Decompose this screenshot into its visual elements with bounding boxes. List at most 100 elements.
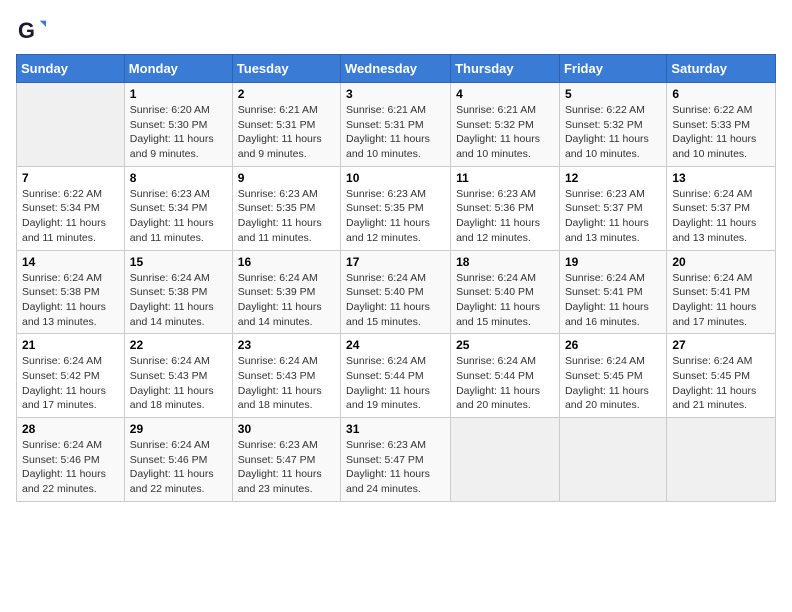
day-info: Sunrise: 6:21 AM Sunset: 5:31 PM Dayligh…: [346, 103, 445, 162]
day-number: 2: [238, 87, 335, 101]
weekday-header-sunday: Sunday: [17, 55, 125, 83]
day-number: 5: [565, 87, 661, 101]
calendar-cell: 16 Sunrise: 6:24 AM Sunset: 5:39 PM Dayli…: [232, 250, 340, 334]
day-info: Sunrise: 6:22 AM Sunset: 5:32 PM Dayligh…: [565, 103, 661, 162]
day-number: 6: [672, 87, 770, 101]
day-number: 3: [346, 87, 445, 101]
day-number: 7: [22, 171, 119, 185]
day-info: Sunrise: 6:23 AM Sunset: 5:36 PM Dayligh…: [456, 187, 554, 246]
calendar-cell: 14 Sunrise: 6:24 AM Sunset: 5:38 PM Dayli…: [17, 250, 125, 334]
day-number: 22: [130, 338, 227, 352]
calendar-cell: 23 Sunrise: 6:24 AM Sunset: 5:43 PM Dayli…: [232, 334, 340, 418]
day-info: Sunrise: 6:24 AM Sunset: 5:44 PM Dayligh…: [346, 354, 445, 413]
day-info: Sunrise: 6:24 AM Sunset: 5:43 PM Dayligh…: [238, 354, 335, 413]
svg-text:G: G: [18, 18, 35, 43]
calendar-cell: 1Sunrise: 6:20 AM Sunset: 5:30 PM Daylig…: [124, 83, 232, 167]
calendar-cell: 15Sunrise: 6:24 AM Sunset: 5:38 PM Dayli…: [124, 250, 232, 334]
day-number: 19: [565, 255, 661, 269]
day-info: Sunrise: 6:20 AM Sunset: 5:30 PM Dayligh…: [130, 103, 227, 162]
day-info: Sunrise: 6:22 AM Sunset: 5:34 PM Dayligh…: [22, 187, 119, 246]
calendar-cell: 24 Sunrise: 6:24 AM Sunset: 5:44 PM Dayli…: [341, 334, 451, 418]
weekday-header-friday: Friday: [559, 55, 666, 83]
logo: G: [16, 16, 46, 44]
day-number: 25: [456, 338, 554, 352]
calendar-cell: 6 Sunrise: 6:22 AM Sunset: 5:33 PM Daylig…: [667, 83, 776, 167]
calendar-cell: 7 Sunrise: 6:22 AM Sunset: 5:34 PM Daylig…: [17, 166, 125, 250]
calendar-cell: 25 Sunrise: 6:24 AM Sunset: 5:44 PM Dayli…: [451, 334, 560, 418]
day-number: 9: [238, 171, 335, 185]
day-info: Sunrise: 6:23 AM Sunset: 5:47 PM Dayligh…: [238, 438, 335, 497]
day-number: 16: [238, 255, 335, 269]
day-info: Sunrise: 6:24 AM Sunset: 5:38 PM Dayligh…: [22, 271, 119, 330]
calendar-cell: [17, 83, 125, 167]
calendar-cell: [451, 418, 560, 502]
day-number: 21: [22, 338, 119, 352]
day-info: Sunrise: 6:22 AM Sunset: 5:33 PM Dayligh…: [672, 103, 770, 162]
week-row-3: 14 Sunrise: 6:24 AM Sunset: 5:38 PM Dayli…: [17, 250, 776, 334]
day-number: 23: [238, 338, 335, 352]
day-number: 10: [346, 171, 445, 185]
day-number: 13: [672, 171, 770, 185]
week-row-5: 28 Sunrise: 6:24 AM Sunset: 5:46 PM Dayli…: [17, 418, 776, 502]
day-info: Sunrise: 6:24 AM Sunset: 5:39 PM Dayligh…: [238, 271, 335, 330]
calendar-cell: 5 Sunrise: 6:22 AM Sunset: 5:32 PM Daylig…: [559, 83, 666, 167]
week-row-2: 7 Sunrise: 6:22 AM Sunset: 5:34 PM Daylig…: [17, 166, 776, 250]
day-info: Sunrise: 6:23 AM Sunset: 5:34 PM Dayligh…: [130, 187, 227, 246]
day-number: 31: [346, 422, 445, 436]
day-info: Sunrise: 6:24 AM Sunset: 5:40 PM Dayligh…: [346, 271, 445, 330]
day-info: Sunrise: 6:24 AM Sunset: 5:45 PM Dayligh…: [672, 354, 770, 413]
day-info: Sunrise: 6:24 AM Sunset: 5:38 PM Dayligh…: [130, 271, 227, 330]
calendar-cell: 3 Sunrise: 6:21 AM Sunset: 5:31 PM Daylig…: [341, 83, 451, 167]
day-info: Sunrise: 6:23 AM Sunset: 5:35 PM Dayligh…: [346, 187, 445, 246]
day-number: 27: [672, 338, 770, 352]
calendar-cell: 10 Sunrise: 6:23 AM Sunset: 5:35 PM Dayli…: [341, 166, 451, 250]
day-info: Sunrise: 6:24 AM Sunset: 5:44 PM Dayligh…: [456, 354, 554, 413]
day-number: 8: [130, 171, 227, 185]
weekday-header-thursday: Thursday: [451, 55, 560, 83]
day-info: Sunrise: 6:24 AM Sunset: 5:42 PM Dayligh…: [22, 354, 119, 413]
calendar-cell: [559, 418, 666, 502]
weekday-header-saturday: Saturday: [667, 55, 776, 83]
logo-icon: G: [18, 16, 46, 44]
calendar-cell: 13Sunrise: 6:24 AM Sunset: 5:37 PM Dayli…: [667, 166, 776, 250]
day-info: Sunrise: 6:21 AM Sunset: 5:31 PM Dayligh…: [238, 103, 335, 162]
day-number: 4: [456, 87, 554, 101]
day-number: 28: [22, 422, 119, 436]
day-number: 12: [565, 171, 661, 185]
calendar-cell: 27 Sunrise: 6:24 AM Sunset: 5:45 PM Dayli…: [667, 334, 776, 418]
day-number: 14: [22, 255, 119, 269]
calendar-cell: 17 Sunrise: 6:24 AM Sunset: 5:40 PM Dayli…: [341, 250, 451, 334]
day-info: Sunrise: 6:24 AM Sunset: 5:40 PM Dayligh…: [456, 271, 554, 330]
calendar-cell: 18 Sunrise: 6:24 AM Sunset: 5:40 PM Dayli…: [451, 250, 560, 334]
weekday-header-monday: Monday: [124, 55, 232, 83]
day-number: 20: [672, 255, 770, 269]
calendar-cell: 21 Sunrise: 6:24 AM Sunset: 5:42 PM Dayli…: [17, 334, 125, 418]
page-header: G: [16, 16, 776, 44]
day-number: 24: [346, 338, 445, 352]
week-row-4: 21 Sunrise: 6:24 AM Sunset: 5:42 PM Dayli…: [17, 334, 776, 418]
calendar-cell: 4 Sunrise: 6:21 AM Sunset: 5:32 PM Daylig…: [451, 83, 560, 167]
day-number: 18: [456, 255, 554, 269]
calendar-cell: 19 Sunrise: 6:24 AM Sunset: 5:41 PM Dayli…: [559, 250, 666, 334]
calendar-cell: 8 Sunrise: 6:23 AM Sunset: 5:34 PM Daylig…: [124, 166, 232, 250]
day-info: Sunrise: 6:21 AM Sunset: 5:32 PM Dayligh…: [456, 103, 554, 162]
calendar-table: SundayMondayTuesdayWednesdayThursdayFrid…: [16, 54, 776, 502]
day-info: Sunrise: 6:23 AM Sunset: 5:35 PM Dayligh…: [238, 187, 335, 246]
calendar-cell: 20 Sunrise: 6:24 AM Sunset: 5:41 PM Dayli…: [667, 250, 776, 334]
calendar-cell: 11 Sunrise: 6:23 AM Sunset: 5:36 PM Dayli…: [451, 166, 560, 250]
calendar-cell: 22Sunrise: 6:24 AM Sunset: 5:43 PM Dayli…: [124, 334, 232, 418]
calendar-cell: 28 Sunrise: 6:24 AM Sunset: 5:46 PM Dayli…: [17, 418, 125, 502]
weekday-header-wednesday: Wednesday: [341, 55, 451, 83]
day-info: Sunrise: 6:23 AM Sunset: 5:47 PM Dayligh…: [346, 438, 445, 497]
day-number: 11: [456, 171, 554, 185]
week-row-1: 1Sunrise: 6:20 AM Sunset: 5:30 PM Daylig…: [17, 83, 776, 167]
calendar-cell: 29Sunrise: 6:24 AM Sunset: 5:46 PM Dayli…: [124, 418, 232, 502]
day-number: 17: [346, 255, 445, 269]
day-info: Sunrise: 6:24 AM Sunset: 5:46 PM Dayligh…: [22, 438, 119, 497]
day-info: Sunrise: 6:23 AM Sunset: 5:37 PM Dayligh…: [565, 187, 661, 246]
day-number: 26: [565, 338, 661, 352]
day-info: Sunrise: 6:24 AM Sunset: 5:41 PM Dayligh…: [672, 271, 770, 330]
calendar-cell: 12 Sunrise: 6:23 AM Sunset: 5:37 PM Dayli…: [559, 166, 666, 250]
day-info: Sunrise: 6:24 AM Sunset: 5:41 PM Dayligh…: [565, 271, 661, 330]
weekday-header-row: SundayMondayTuesdayWednesdayThursdayFrid…: [17, 55, 776, 83]
